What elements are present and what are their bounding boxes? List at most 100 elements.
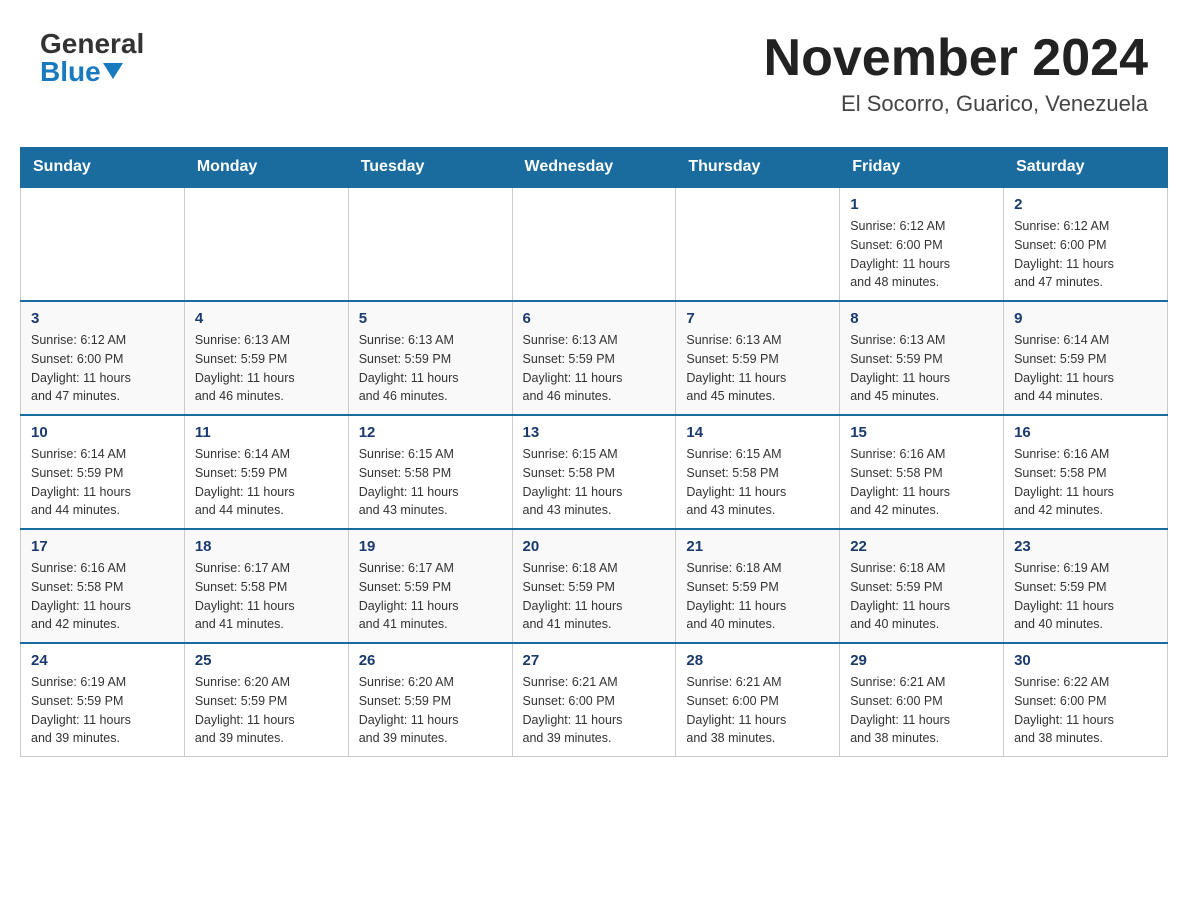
day-info: Sunrise: 6:18 AMSunset: 5:59 PMDaylight:… [523, 559, 666, 634]
day-info: Sunrise: 6:14 AMSunset: 5:59 PMDaylight:… [195, 445, 338, 520]
calendar-cell: 10 Sunrise: 6:14 AMSunset: 5:59 PMDayligh… [21, 415, 185, 529]
day-number: 20 [523, 538, 666, 555]
calendar-cell: 4Sunrise: 6:13 AMSunset: 5:59 PMDaylight… [184, 301, 348, 415]
calendar-cell: 16 Sunrise: 6:16 AMSunset: 5:58 PMDayligh… [1004, 415, 1168, 529]
day-info: Sunrise: 6:21 AMSunset: 6:00 PMDaylight:… [850, 673, 993, 748]
day-number: 16 [1014, 424, 1157, 441]
day-info: Sunrise: 6:13 AMSunset: 5:59 PMDaylight:… [850, 331, 993, 406]
calendar-cell: 26 Sunrise: 6:20 AMSunset: 5:59 PMDayligh… [348, 643, 512, 757]
calendar-cell: 3Sunrise: 6:12 AMSunset: 6:00 PMDaylight… [21, 301, 185, 415]
calendar-cell: 23 Sunrise: 6:19 AMSunset: 5:59 PMDayligh… [1004, 529, 1168, 643]
day-number: 7 [686, 310, 829, 327]
day-number: 1 [850, 196, 993, 213]
calendar-cell: 15 Sunrise: 6:16 AMSunset: 5:58 PMDayligh… [840, 415, 1004, 529]
title-section: November 2024 El Socorro, Guarico, Venez… [764, 30, 1148, 117]
weekday-header-monday: Monday [184, 148, 348, 188]
calendar-cell: 30Sunrise: 6:22 AMSunset: 6:00 PMDayligh… [1004, 643, 1168, 757]
day-number: 15 [850, 424, 993, 441]
weekday-header-row: SundayMondayTuesdayWednesdayThursdayFrid… [21, 148, 1168, 188]
calendar-table: SundayMondayTuesdayWednesdayThursdayFrid… [20, 147, 1168, 757]
week-row-2: 10 Sunrise: 6:14 AMSunset: 5:59 PMDayligh… [21, 415, 1168, 529]
calendar-cell: 25 Sunrise: 6:20 AMSunset: 5:59 PMDayligh… [184, 643, 348, 757]
weekday-header-sunday: Sunday [21, 148, 185, 188]
calendar-cell: 2 Sunrise: 6:12 AMSunset: 6:00 PMDaylight… [1004, 187, 1168, 301]
day-info: Sunrise: 6:19 AMSunset: 5:59 PMDaylight:… [1014, 559, 1157, 634]
calendar-cell: 14 Sunrise: 6:15 AMSunset: 5:58 PMDayligh… [676, 415, 840, 529]
calendar-cell [676, 187, 840, 301]
weekday-header-saturday: Saturday [1004, 148, 1168, 188]
day-number: 4 [195, 310, 338, 327]
day-info: Sunrise: 6:20 AMSunset: 5:59 PMDaylight:… [359, 673, 502, 748]
day-info: Sunrise: 6:17 AMSunset: 5:58 PMDaylight:… [195, 559, 338, 634]
calendar-cell: 6 Sunrise: 6:13 AMSunset: 5:59 PMDaylight… [512, 301, 676, 415]
weekday-header-friday: Friday [840, 148, 1004, 188]
calendar-cell: 19Sunrise: 6:17 AMSunset: 5:59 PMDayligh… [348, 529, 512, 643]
calendar-cell: 24 Sunrise: 6:19 AMSunset: 5:59 PMDayligh… [21, 643, 185, 757]
day-number: 5 [359, 310, 502, 327]
week-row-1: 3Sunrise: 6:12 AMSunset: 6:00 PMDaylight… [21, 301, 1168, 415]
day-number: 30 [1014, 652, 1157, 669]
day-number: 18 [195, 538, 338, 555]
day-number: 25 [195, 652, 338, 669]
calendar-cell: 9 Sunrise: 6:14 AMSunset: 5:59 PMDaylight… [1004, 301, 1168, 415]
calendar-cell: 17Sunrise: 6:16 AMSunset: 5:58 PMDayligh… [21, 529, 185, 643]
location-subtitle: El Socorro, Guarico, Venezuela [764, 91, 1148, 117]
day-info: Sunrise: 6:13 AMSunset: 5:59 PMDaylight:… [686, 331, 829, 406]
day-number: 21 [686, 538, 829, 555]
day-number: 8 [850, 310, 993, 327]
week-row-0: 1 Sunrise: 6:12 AMSunset: 6:00 PMDaylight… [21, 187, 1168, 301]
calendar-cell [184, 187, 348, 301]
calendar-cell: 29 Sunrise: 6:21 AMSunset: 6:00 PMDayligh… [840, 643, 1004, 757]
day-info: Sunrise: 6:21 AMSunset: 6:00 PMDaylight:… [523, 673, 666, 748]
calendar-cell [348, 187, 512, 301]
calendar-cell: 20 Sunrise: 6:18 AMSunset: 5:59 PMDayligh… [512, 529, 676, 643]
day-number: 14 [686, 424, 829, 441]
day-info: Sunrise: 6:16 AMSunset: 5:58 PMDaylight:… [1014, 445, 1157, 520]
day-number: 13 [523, 424, 666, 441]
day-info: Sunrise: 6:18 AMSunset: 5:59 PMDaylight:… [850, 559, 993, 634]
calendar-header: SundayMondayTuesdayWednesdayThursdayFrid… [21, 148, 1168, 188]
day-info: Sunrise: 6:20 AMSunset: 5:59 PMDaylight:… [195, 673, 338, 748]
day-number: 12 [359, 424, 502, 441]
day-info: Sunrise: 6:15 AMSunset: 5:58 PMDaylight:… [686, 445, 829, 520]
day-number: 19 [359, 538, 502, 555]
week-row-4: 24 Sunrise: 6:19 AMSunset: 5:59 PMDayligh… [21, 643, 1168, 757]
weekday-header-tuesday: Tuesday [348, 148, 512, 188]
day-info: Sunrise: 6:16 AMSunset: 5:58 PMDaylight:… [31, 559, 174, 634]
calendar-cell: 8 Sunrise: 6:13 AMSunset: 5:59 PMDaylight… [840, 301, 1004, 415]
calendar-cell [21, 187, 185, 301]
page-header: General Blue November 2024 El Socorro, G… [20, 20, 1168, 127]
day-info: Sunrise: 6:14 AMSunset: 5:59 PMDaylight:… [1014, 331, 1157, 406]
calendar-cell: 21Sunrise: 6:18 AMSunset: 5:59 PMDayligh… [676, 529, 840, 643]
day-number: 22 [850, 538, 993, 555]
logo-blue-text: Blue [40, 58, 123, 86]
day-number: 9 [1014, 310, 1157, 327]
day-info: Sunrise: 6:13 AMSunset: 5:59 PMDaylight:… [523, 331, 666, 406]
day-number: 24 [31, 652, 174, 669]
calendar-cell: 27Sunrise: 6:21 AMSunset: 6:00 PMDayligh… [512, 643, 676, 757]
day-info: Sunrise: 6:14 AMSunset: 5:59 PMDaylight:… [31, 445, 174, 520]
day-number: 2 [1014, 196, 1157, 213]
day-number: 26 [359, 652, 502, 669]
calendar-cell: 5 Sunrise: 6:13 AMSunset: 5:59 PMDaylight… [348, 301, 512, 415]
day-number: 6 [523, 310, 666, 327]
logo: General Blue [40, 30, 144, 86]
day-number: 23 [1014, 538, 1157, 555]
day-info: Sunrise: 6:16 AMSunset: 5:58 PMDaylight:… [850, 445, 993, 520]
calendar-cell: 1 Sunrise: 6:12 AMSunset: 6:00 PMDaylight… [840, 187, 1004, 301]
calendar-cell: 22 Sunrise: 6:18 AMSunset: 5:59 PMDayligh… [840, 529, 1004, 643]
day-info: Sunrise: 6:19 AMSunset: 5:59 PMDaylight:… [31, 673, 174, 748]
day-info: Sunrise: 6:12 AMSunset: 6:00 PMDaylight:… [850, 217, 993, 292]
calendar-cell: 7 Sunrise: 6:13 AMSunset: 5:59 PMDaylight… [676, 301, 840, 415]
day-number: 10 [31, 424, 174, 441]
calendar-body: 1 Sunrise: 6:12 AMSunset: 6:00 PMDaylight… [21, 187, 1168, 757]
logo-general-text: General [40, 30, 144, 58]
day-number: 28 [686, 652, 829, 669]
day-info: Sunrise: 6:12 AMSunset: 6:00 PMDaylight:… [1014, 217, 1157, 292]
calendar-cell: 13Sunrise: 6:15 AMSunset: 5:58 PMDayligh… [512, 415, 676, 529]
day-info: Sunrise: 6:13 AMSunset: 5:59 PMDaylight:… [359, 331, 502, 406]
day-number: 29 [850, 652, 993, 669]
month-title: November 2024 [764, 30, 1148, 87]
calendar-cell: 12Sunrise: 6:15 AMSunset: 5:58 PMDayligh… [348, 415, 512, 529]
calendar-cell: 11Sunrise: 6:14 AMSunset: 5:59 PMDayligh… [184, 415, 348, 529]
